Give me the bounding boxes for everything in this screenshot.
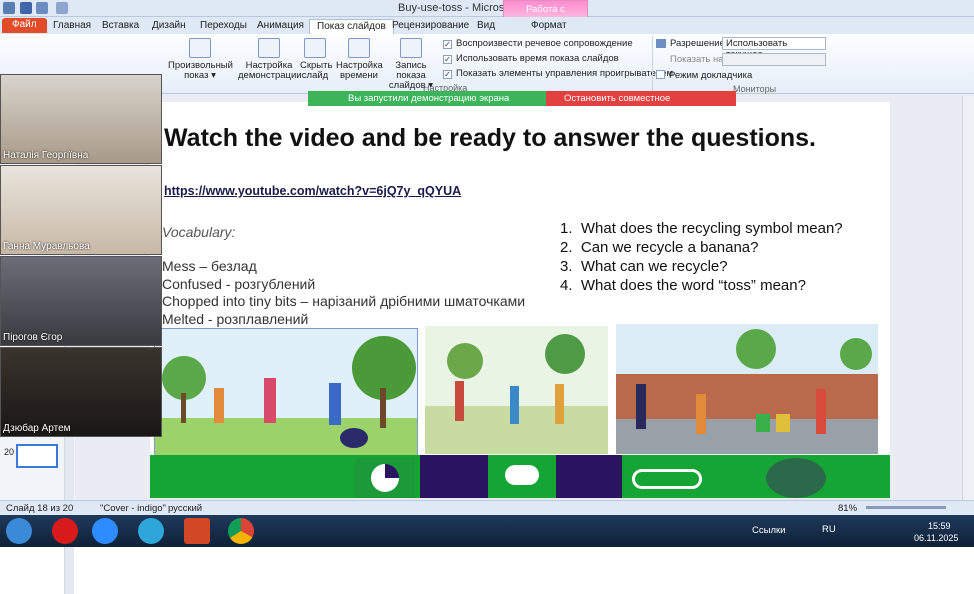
hide-slide-button[interactable]: Скрыть слайд — [300, 38, 332, 81]
checkbox-checked-icon: ✓ — [443, 70, 452, 79]
question-item: 2. Can we recycle a banana? — [560, 239, 759, 256]
tab-design[interactable]: Дизайн — [145, 19, 193, 34]
vocabulary-list: Mess – безлад Confused - розгублений Cho… — [162, 258, 525, 328]
checkbox-checked-icon: ✓ — [443, 55, 452, 64]
stop-sharing-button[interactable]: Остановить совместное использование — [546, 91, 736, 115]
tab-transitions[interactable]: Переходы — [193, 19, 254, 34]
share-status: Вы запустили демонстрацию экрана — [308, 91, 546, 106]
tab-review[interactable]: Рецензирование — [385, 19, 476, 34]
powerpoint-taskbar-icon[interactable] — [184, 518, 210, 544]
participant-name: Дзюбар Артем — [3, 423, 71, 434]
tab-home[interactable]: Главная — [46, 19, 98, 34]
screen-share-bar: Вы запустили демонстрацию экрана Останов… — [308, 91, 736, 115]
slide-thumbnail-20[interactable] — [16, 444, 58, 468]
clock-date[interactable]: 06.11.2025 — [914, 533, 958, 543]
thumbnail-number: 20 — [4, 447, 15, 457]
keyboard-language[interactable]: RU — [822, 524, 836, 535]
vocabulary-title: Vocabulary: — [162, 224, 236, 240]
taskbar: Ссылки RU 15:59 06.11.2025 — [0, 515, 974, 547]
download-circle-icon — [766, 458, 826, 498]
narration-checkbox[interactable]: ✓ Воспроизвести речевое сопровождение — [443, 38, 633, 49]
slide-canvas[interactable]: Watch the video and be ready to answer t… — [150, 102, 890, 498]
tab-insert[interactable]: Вставка — [95, 19, 146, 34]
clock-time[interactable]: 15:59 — [928, 521, 951, 531]
timings-checkbox[interactable]: ✓ Использовать время показа слайдов — [443, 53, 619, 64]
participant-name: Пірогов Єгор — [3, 332, 63, 343]
pie-icon — [371, 464, 399, 492]
monitor-icon — [656, 39, 666, 48]
tab-view[interactable]: Вид — [470, 19, 502, 34]
footer-cloud-tile — [488, 455, 556, 498]
record-icon — [400, 38, 422, 58]
title-bar: Buy-use-toss - Microsoft PowerPoint — [0, 0, 974, 17]
group-divider — [652, 36, 653, 92]
showon-label: Показать на: — [670, 54, 727, 65]
tab-format[interactable]: Формат — [524, 19, 574, 34]
video-link[interactable]: https://www.youtube.com/watch?v=6jQ7y_qQ… — [164, 184, 461, 198]
return-arrow-icon — [632, 469, 702, 489]
opera-icon[interactable] — [52, 518, 78, 544]
showon-select[interactable] — [722, 53, 826, 66]
custom-show-button[interactable]: Произвольный показ ▾ — [168, 38, 233, 81]
participant-video[interactable]: Пірогов Єгор — [0, 256, 162, 346]
links-toolbar[interactable]: Ссылки — [752, 525, 785, 536]
tab-slideshow[interactable]: Показ слайдов — [309, 19, 394, 34]
language-indicator[interactable]: русский — [168, 503, 202, 514]
image-selection-frame — [154, 328, 418, 458]
participant-name: Наталія Георгіївна — [3, 150, 89, 161]
setup-show-button[interactable]: Настройка демонстрации — [238, 38, 302, 81]
tab-file[interactable]: Файл — [2, 18, 47, 33]
footer-pie-tile — [355, 458, 415, 498]
setup-show-icon — [258, 38, 280, 58]
question-item: 1. What does the recycling symbol mean? — [560, 220, 843, 237]
rehearse-icon — [348, 38, 370, 58]
vocab-item: Mess – безлад — [162, 258, 257, 274]
footer-dots-tile — [420, 455, 488, 498]
resolution-select[interactable]: Использовать текущее... — [722, 37, 826, 60]
participant-video[interactable]: Ганна Муравльова — [0, 165, 162, 255]
window-title: Buy-use-toss - Microsoft PowerPoint — [398, 2, 576, 14]
footer-arrow-tile — [622, 455, 762, 498]
questions-list: 1. What does the recycling symbol mean? … — [560, 219, 843, 295]
question-item: 4. What does the word “toss” mean? — [560, 277, 806, 294]
status-bar: Слайд 18 из 20 "Cover - indigo" русский … — [0, 500, 974, 515]
participant-video[interactable]: Наталія Георгіївна — [0, 74, 162, 164]
custom-show-icon — [189, 38, 211, 58]
zoom-slider[interactable] — [866, 506, 946, 509]
presenter-view-checkbox[interactable]: Режим докладчика — [656, 70, 752, 81]
zoom-level[interactable]: 81% — [838, 503, 857, 514]
group-label-monitors: Мониторы — [733, 84, 777, 94]
chrome-icon[interactable] — [228, 518, 254, 544]
participant-video[interactable]: Дзюбар Артем — [0, 347, 162, 437]
tab-animation[interactable]: Анимация — [250, 19, 311, 34]
vertical-scrollbar[interactable] — [962, 96, 974, 500]
checkbox-checked-icon: ✓ — [443, 40, 452, 49]
question-item: 3. What can we recycle? — [560, 258, 728, 275]
zoom-icon[interactable] — [92, 518, 118, 544]
slide-heading: Watch the video and be ready to answer t… — [164, 124, 816, 152]
media-controls-checkbox[interactable]: ✓ Показать элементы управления проигрыват… — [443, 68, 673, 79]
checkbox-empty-icon — [656, 70, 665, 79]
cloud-icon — [505, 465, 539, 485]
rehearse-timings-button[interactable]: Настройка времени — [336, 38, 383, 81]
slide-counter: Слайд 18 из 20 — [6, 503, 74, 514]
park-cleanup-illustration[interactable] — [425, 326, 608, 454]
theme-name: "Cover - indigo" — [100, 503, 166, 514]
telegram-icon[interactable] — [138, 518, 164, 544]
start-icon[interactable] — [6, 518, 32, 544]
participant-name: Ганна Муравльова — [3, 241, 90, 252]
hide-slide-icon — [304, 38, 326, 58]
ribbon-tabs: Файл Главная Вставка Дизайн Переходы Ани… — [0, 17, 974, 34]
footer-dark-tile — [556, 455, 622, 498]
resolution-label: Разрешение: — [670, 38, 728, 49]
street-recycling-illustration[interactable] — [616, 324, 878, 454]
vocab-item: Chopped into tiny bits – нарізаний дрібн… — [162, 293, 526, 309]
vocab-item: Confused - розгублений — [162, 275, 316, 292]
